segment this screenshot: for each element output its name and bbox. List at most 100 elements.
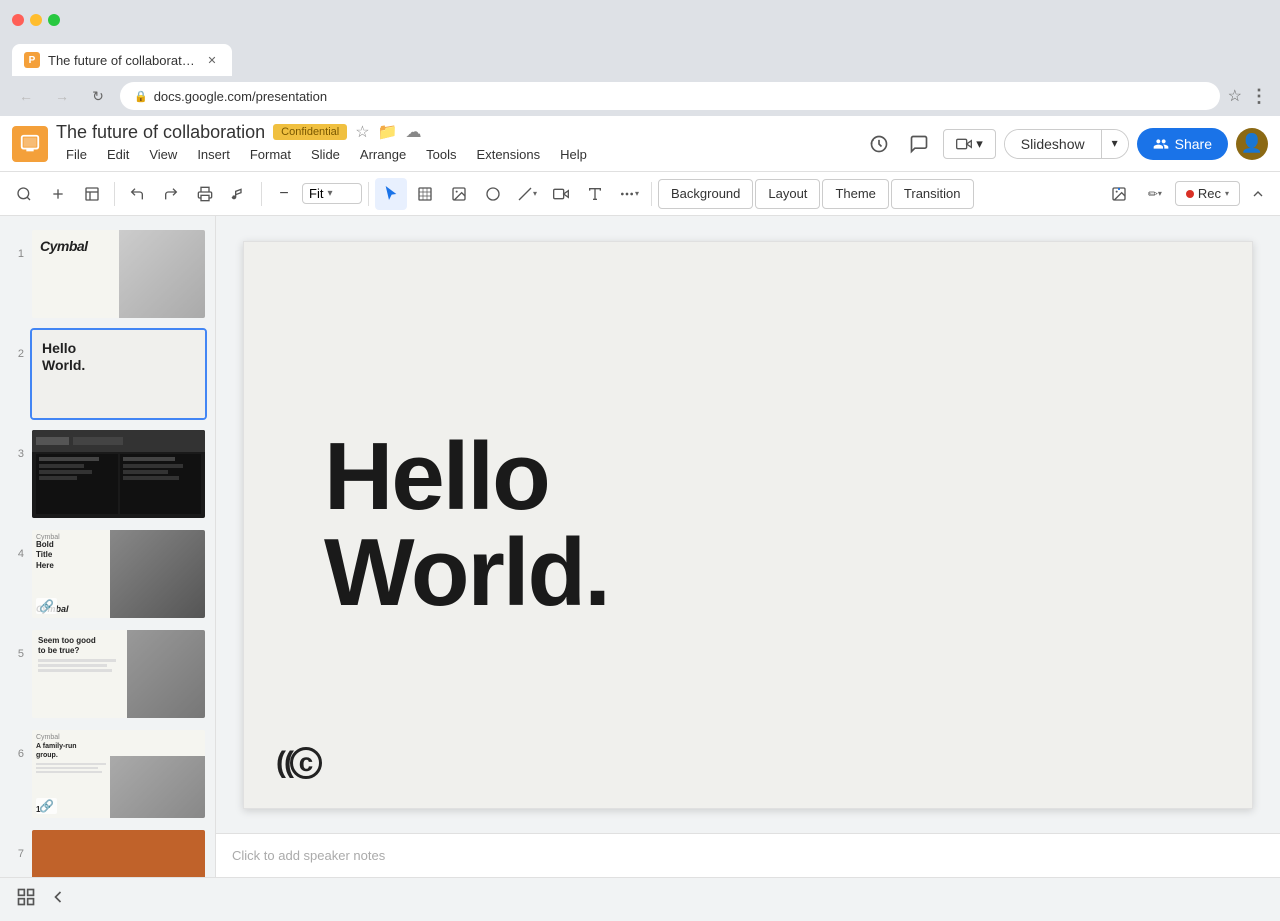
list-item[interactable]: 4 Cymbal BoldTitleHere Cymbal 🔗 [0,524,215,624]
menu-tools[interactable]: Tools [416,143,466,166]
toolbar-divider-4 [651,182,652,206]
image-tool-button[interactable] [443,178,475,210]
bottom-bar [0,877,1280,921]
traffic-light-red[interactable] [12,14,24,26]
list-item[interactable]: 7 "It is mybetter halfthat drivesme." [0,824,215,877]
toolbar-divider-2 [261,182,262,206]
background-button[interactable]: Background [658,179,753,209]
tab-close-icon[interactable]: ✕ [204,52,220,68]
slide-thumbnail-7[interactable]: "It is mybetter halfthat drivesme." [30,828,207,877]
transition-button[interactable]: Transition [891,179,974,209]
slide-thumbnail-1[interactable]: Cymbal [30,228,207,320]
shape-tool-button[interactable] [477,178,509,210]
rec-button[interactable]: Rec ▾ [1175,181,1240,206]
video-tool-button[interactable] [545,178,577,210]
comment-button[interactable] [903,128,935,160]
folder-icon[interactable]: 📁 [378,122,398,142]
resize-tool-button[interactable] [409,178,441,210]
doc-info: The future of collaboration Confidential… [56,122,597,166]
line-tool-button[interactable]: ▾ [511,178,543,210]
doc-title-row: The future of collaboration Confidential… [56,122,597,143]
tab-favicon: P [24,52,40,68]
share-button[interactable]: Share [1137,128,1228,160]
menu-format[interactable]: Format [240,143,301,166]
traffic-light-yellow[interactable] [30,14,42,26]
cloud-icon[interactable]: ☁ [406,122,422,142]
slide-thumbnail-5[interactable]: Seem too goodto be true? [30,628,207,720]
line-dropdown-icon: ▾ [533,189,537,198]
menu-arrange[interactable]: Arrange [350,143,416,166]
add-image-button[interactable] [1103,178,1135,210]
menu-file[interactable]: File [56,143,97,166]
back-button[interactable]: ← [12,82,40,110]
toolbar-divider-1 [114,182,115,206]
slide-canvas[interactable]: Hello World. (( c [243,241,1253,809]
list-item[interactable]: 6 Cymbal A family-rungroup. 🔗 1 [0,724,215,824]
slideshow-group: Slideshow ▾ [1004,129,1129,159]
list-item[interactable]: 1 Cymbal [0,224,215,324]
list-item[interactable]: 5 Seem too goodto be true? [0,624,215,724]
slideshow-button[interactable]: Slideshow [1005,130,1101,158]
paint-format-button[interactable] [223,178,255,210]
list-item[interactable]: 2 HelloWorld. [0,324,215,424]
zoom-in-button[interactable] [42,178,74,210]
zoom-dropdown-icon: ▾ [327,188,332,199]
refresh-button[interactable]: ↻ [84,82,112,110]
menu-edit[interactable]: Edit [97,143,139,166]
forward-icon: → [55,88,69,104]
rec-label: Rec [1198,186,1221,201]
layout-button[interactable]: Layout [755,179,820,209]
toolbar-right: ✏ ▾ Rec ▾ [1103,178,1272,210]
more-options-icon[interactable]: ⋮ [1250,86,1268,107]
zoom-select[interactable]: Fit ▾ [302,183,362,204]
speaker-notes-placeholder: Click to add speaker notes [232,848,385,863]
traffic-light-green[interactable] [48,14,60,26]
header-right: ▾ Slideshow ▾ Share 👤 [863,128,1268,160]
slide-image-6: Cymbal A family-rungroup. 🔗 1 [32,730,205,818]
world-text: World. [324,525,609,621]
menu-insert[interactable]: Insert [187,143,240,166]
slide-thumbnail-6[interactable]: Cymbal A family-rungroup. 🔗 1 [30,728,207,820]
history-button[interactable] [863,128,895,160]
address-bar: ← → ↻ 🔒 docs.google.com/presentation ☆ ⋮ [0,76,1280,116]
bookmark-icon[interactable]: ☆ [1228,86,1242,106]
zoom-value: Fit [309,186,323,201]
redo-button[interactable] [155,178,187,210]
star-icon[interactable]: ☆ [355,122,369,142]
slide-thumbnail-3[interactable] [30,428,207,520]
doc-title: The future of collaboration [56,122,265,143]
print-button[interactable] [189,178,221,210]
slideshow-dropdown[interactable]: ▾ [1101,130,1128,158]
canvas-content: Hello World. [244,242,1252,808]
frame-button[interactable] [76,178,108,210]
slide-number: 7 [8,828,24,860]
active-tab[interactable]: P The future of collaboration ✕ [12,44,232,76]
rec-dot [1186,190,1194,198]
zoom-out-button[interactable]: − [268,178,300,210]
cursor-tool-button[interactable] [375,178,407,210]
menu-slide[interactable]: Slide [301,143,350,166]
search-button[interactable] [8,178,40,210]
slide-thumbnail-2[interactable]: HelloWorld. [30,328,207,420]
back-icon: ← [19,88,33,104]
collapse-panel-button[interactable] [48,887,68,912]
lock-icon: 🔒 [134,90,148,103]
grid-view-button[interactable] [16,887,36,912]
edit-dropdown-button[interactable]: ✏ ▾ [1139,178,1171,210]
avatar[interactable]: 👤 [1236,128,1268,160]
theme-button[interactable]: Theme [822,179,888,209]
url-bar[interactable]: 🔒 docs.google.com/presentation [120,82,1220,110]
menu-help[interactable]: Help [550,143,597,166]
list-item[interactable]: 3 [0,424,215,524]
video-button[interactable]: ▾ [943,129,996,159]
slide-thumbnail-4[interactable]: Cymbal BoldTitleHere Cymbal 🔗 [30,528,207,620]
undo-button[interactable] [121,178,153,210]
speaker-notes[interactable]: Click to add speaker notes [216,833,1280,877]
menu-extensions[interactable]: Extensions [467,143,551,166]
menu-view[interactable]: View [139,143,187,166]
canvas-wrapper[interactable]: Hello World. (( c [216,216,1280,833]
forward-button[interactable]: → [48,82,76,110]
collapse-toolbar-button[interactable] [1244,180,1272,208]
more-tools-button[interactable]: ▾ [613,178,645,210]
text-tool-button[interactable] [579,178,611,210]
